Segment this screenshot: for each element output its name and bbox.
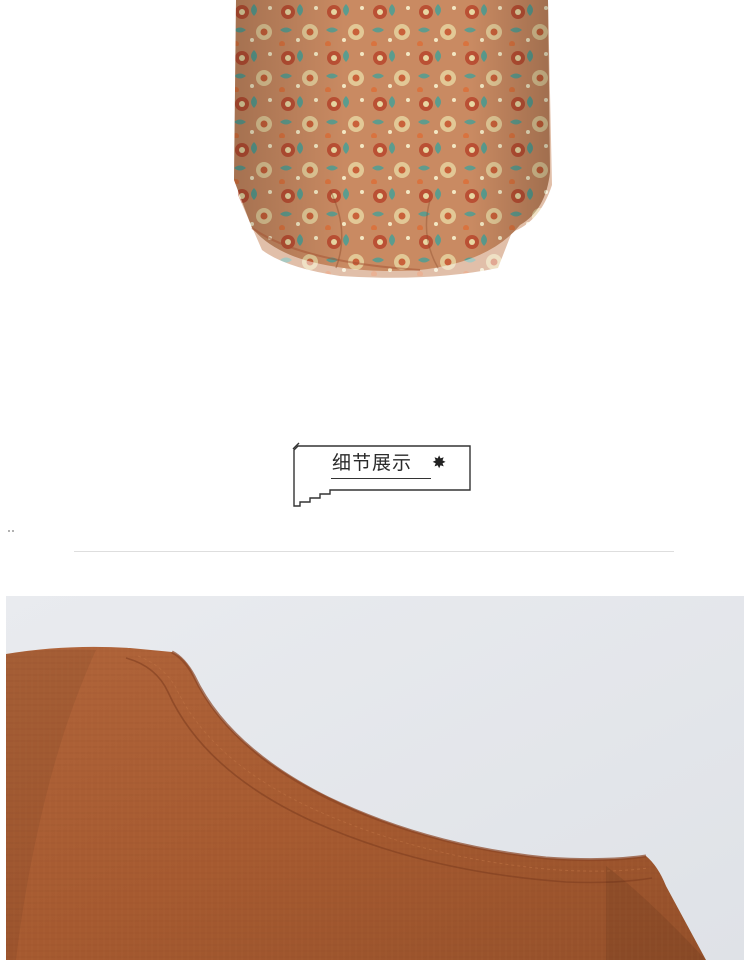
title-underline (331, 478, 431, 479)
detail-section-badge: 细节展示 ✸ (290, 440, 474, 510)
collar-detail-photo (6, 596, 744, 960)
corner-mark (8, 530, 14, 532)
star-icon: ✸ (432, 453, 447, 472)
section-divider (74, 551, 674, 552)
skirt-hem-photo (0, 0, 750, 300)
detail-section-title: 细节展示 (332, 452, 413, 474)
